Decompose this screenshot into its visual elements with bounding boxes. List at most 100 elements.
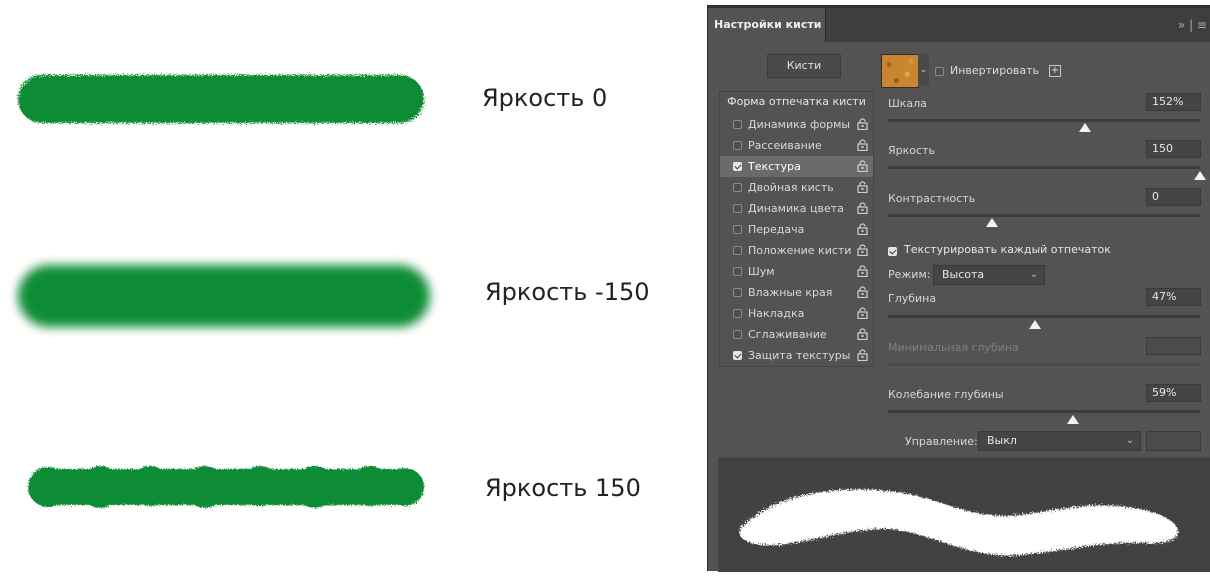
depth-jitter-slider-thumb[interactable] <box>1067 415 1079 424</box>
lock-icon[interactable] <box>857 118 868 130</box>
option-noise[interactable]: Шум <box>720 261 873 282</box>
stroke-brightness-minus-150 <box>18 265 430 327</box>
option-label: Динамика цвета <box>748 202 844 215</box>
option-label: Защита текстуры <box>748 349 851 362</box>
brush-options-list: Форма отпечатка кисти Динамика формы Рас… <box>719 91 874 367</box>
noise-checkbox[interactable] <box>733 267 742 276</box>
brightness-label: Яркость <box>888 144 935 157</box>
depth-jitter-slider-track[interactable] <box>888 410 1200 413</box>
option-protect-texture[interactable]: Защита текстуры <box>720 345 873 366</box>
option-scattering[interactable]: Рассеивание <box>720 135 873 156</box>
option-label: Шум <box>748 265 775 278</box>
mode-select-value: Высота <box>942 268 985 281</box>
panel-titlebar: Настройки кисти » | ≡ <box>708 8 1210 42</box>
lock-icon[interactable] <box>857 265 868 277</box>
option-label: Двойная кисть <box>748 181 834 194</box>
contrast-slider-thumb[interactable] <box>986 218 998 227</box>
control-label: Управление: <box>905 435 978 448</box>
option-brush-pose[interactable]: Положение кисти <box>720 240 873 261</box>
brush-stroke-preview <box>718 458 1210 572</box>
control-value-field[interactable] <box>1146 431 1201 451</box>
lock-icon[interactable] <box>857 328 868 340</box>
option-label: Сглаживание <box>748 328 827 341</box>
option-label: Влажные края <box>748 286 833 299</box>
depth-value-field[interactable]: 47% <box>1146 288 1201 306</box>
lock-icon[interactable] <box>857 181 868 193</box>
invert-label: Инвертировать <box>950 64 1040 77</box>
option-build-up[interactable]: Накладка <box>720 303 873 324</box>
wet-edges-checkbox[interactable] <box>733 288 742 297</box>
minimum-depth-label: Минимальная глубина <box>888 341 1019 354</box>
depth-jitter-value-field[interactable]: 59% <box>1146 384 1201 402</box>
lock-icon[interactable] <box>857 286 868 298</box>
example-label-brightness-minus-150: Яркость -150 <box>485 278 650 306</box>
stroke-brightness-0 <box>18 75 424 123</box>
option-transfer[interactable]: Передача <box>720 219 873 240</box>
minimum-depth-slider-track[interactable] <box>888 363 1200 366</box>
contrast-value-field[interactable]: 0 <box>1146 188 1201 206</box>
scattering-checkbox[interactable] <box>733 141 742 150</box>
protect-texture-checkbox[interactable] <box>733 351 742 360</box>
option-wet-edges[interactable]: Влажные края <box>720 282 873 303</box>
stroke-brightness-150 <box>28 466 424 508</box>
option-dual-brush[interactable]: Двойная кисть <box>720 177 873 198</box>
tab-brush-settings[interactable]: Настройки кисти <box>708 8 826 42</box>
option-label: Передача <box>748 223 805 236</box>
option-color-dynamics[interactable]: Динамика цвета <box>720 198 873 219</box>
texture-each-tip-label: Текстурировать каждый отпечаток <box>904 243 1111 256</box>
scale-slider-thumb[interactable] <box>1079 123 1091 132</box>
scale-value-field[interactable]: 152% <box>1146 93 1201 111</box>
texture-checkbox[interactable] <box>733 162 742 171</box>
dual-brush-checkbox[interactable] <box>733 183 742 192</box>
scale-label: Шкала <box>888 97 927 110</box>
lock-icon[interactable] <box>857 244 868 256</box>
depth-jitter-label: Колебание глубины <box>888 388 1004 401</box>
control-select[interactable]: Выкл ⌄ <box>978 431 1141 451</box>
example-label-brightness-0: Яркость 0 <box>482 84 608 112</box>
brush-tip-shape-item[interactable]: Форма отпечатка кисти <box>720 92 873 112</box>
option-label: Рассеивание <box>748 139 822 152</box>
build-up-checkbox[interactable] <box>733 309 742 318</box>
lock-icon[interactable] <box>857 307 868 319</box>
depth-label: Глубина <box>888 292 937 305</box>
lock-icon[interactable] <box>857 160 868 172</box>
mode-label: Режим: <box>888 268 931 281</box>
option-label: Положение кисти <box>748 244 852 257</box>
example-label-brightness-150: Яркость 150 <box>485 474 641 502</box>
minimum-depth-value-field[interactable] <box>1146 337 1201 355</box>
option-label: Текстура <box>748 160 801 173</box>
invert-checkbox[interactable] <box>935 67 944 76</box>
lock-icon[interactable] <box>857 139 868 151</box>
depth-slider-thumb[interactable] <box>1029 320 1041 329</box>
brushes-button[interactable]: Кисти <box>767 54 841 78</box>
transfer-checkbox[interactable] <box>733 225 742 234</box>
chevron-down-icon: ⌄ <box>1029 269 1038 280</box>
option-smoothing[interactable]: Сглаживание <box>720 324 873 345</box>
texture-pattern-swatch[interactable] <box>881 54 919 88</box>
contrast-slider-track[interactable] <box>888 214 1200 217</box>
lock-icon[interactable] <box>857 202 868 214</box>
brightness-slider-thumb[interactable] <box>1194 171 1206 180</box>
lock-icon[interactable] <box>857 223 868 235</box>
option-shape-dynamics[interactable]: Динамика формы <box>720 114 873 135</box>
preview-stroke <box>739 489 1178 556</box>
brightness-value-field[interactable]: 150 <box>1146 140 1201 158</box>
smoothing-checkbox[interactable] <box>733 330 742 339</box>
mode-select[interactable]: Высота ⌄ <box>933 265 1045 285</box>
new-preset-icon[interactable]: + <box>1049 65 1061 77</box>
brightness-slider-track[interactable] <box>888 166 1200 169</box>
scale-slider-track[interactable] <box>888 119 1200 122</box>
chevron-down-icon[interactable]: ⌄ <box>918 54 929 86</box>
texture-each-tip-checkbox[interactable] <box>888 247 897 256</box>
control-select-value: Выкл <box>987 434 1017 447</box>
depth-slider-track[interactable] <box>888 315 1200 318</box>
panel-menu-icon[interactable]: » | ≡ <box>1178 18 1207 32</box>
brush-settings-panel: Настройки кисти » | ≡ Кисти Форма отпеча… <box>707 5 1210 572</box>
color-dynamics-checkbox[interactable] <box>733 204 742 213</box>
chevron-down-icon: ⌄ <box>1125 435 1134 446</box>
shape-dynamics-checkbox[interactable] <box>733 120 742 129</box>
contrast-label: Контрастность <box>888 192 976 205</box>
brush-pose-checkbox[interactable] <box>733 246 742 255</box>
option-texture[interactable]: Текстура <box>720 156 873 177</box>
lock-icon[interactable] <box>857 349 868 361</box>
